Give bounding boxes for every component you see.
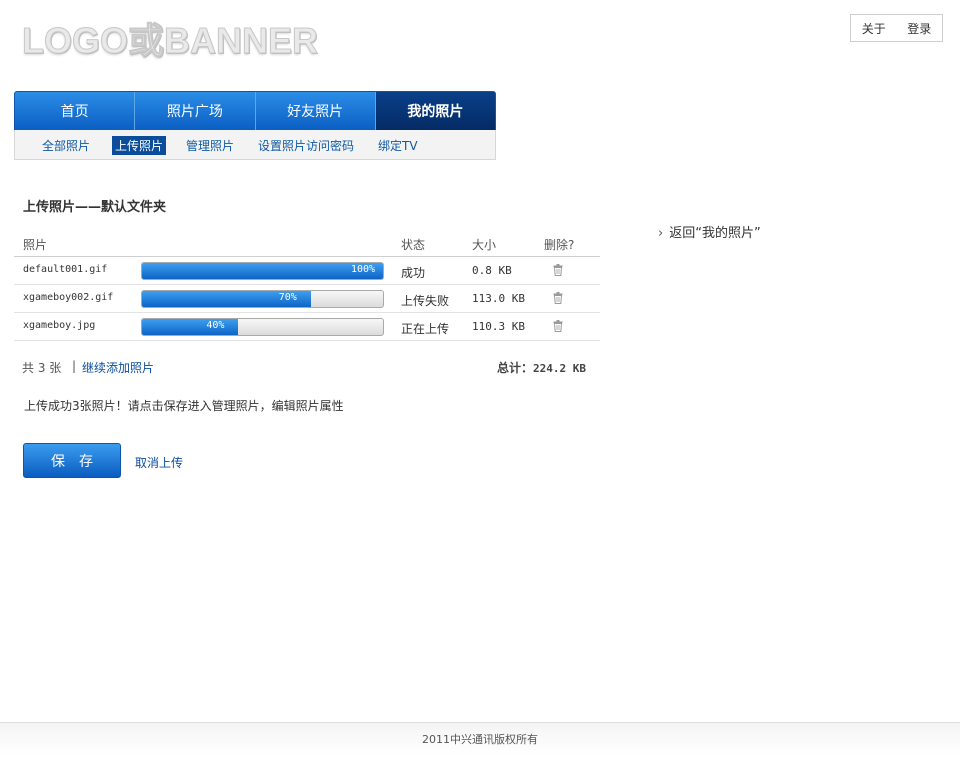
column-photo: 照片 xyxy=(23,238,48,252)
progress-bar: 70% xyxy=(141,290,384,308)
footer: 2011中兴通讯版权所有 xyxy=(0,722,960,755)
subnav-all-photos[interactable]: 全部照片 xyxy=(42,137,90,154)
column-delete: 删除? xyxy=(544,238,575,252)
progress-bar: 40% xyxy=(141,318,384,336)
subnav-upload-photos[interactable]: 上传照片 xyxy=(112,136,167,155)
top-links: 关于 登录 xyxy=(850,14,943,42)
file-name: xgameboy.jpg xyxy=(23,320,96,331)
progress-bar: 100% xyxy=(141,262,384,280)
upload-success-message: 上传成功3张照片！请点击保存进入管理照片，编辑照片属性 xyxy=(24,399,344,413)
copyright-text: 2011中兴通讯版权所有 xyxy=(422,733,538,746)
progress-label: 100% xyxy=(351,264,376,275)
file-size: 110.3 KB xyxy=(472,320,525,333)
table-row: xgameboy002.gif 70% 上传失败 113.0 KB xyxy=(14,285,600,313)
logo-banner: LOGO或BANNER xyxy=(22,20,319,62)
nav-tab-photo-square[interactable]: 照片广场 xyxy=(135,92,256,130)
subnav-access-password[interactable]: 设置照片访问密码 xyxy=(258,137,354,154)
subnav-bind-tv[interactable]: 绑定TV xyxy=(378,137,418,154)
back-to-my-photos-link[interactable]: › 返回“我的照片” xyxy=(658,222,761,241)
table-header: 照片 状态 大小 删除? xyxy=(14,228,600,257)
status-text: 上传失败 xyxy=(401,294,450,308)
save-button[interactable]: 保存 xyxy=(23,443,121,478)
file-size: 0.8 KB xyxy=(472,264,512,277)
upload-table: 照片 状态 大小 删除? default001.gif 100% 成功 0.8 … xyxy=(14,228,600,341)
sub-nav: 全部照片 上传照片 管理照片 设置照片访问密码 绑定TV xyxy=(14,130,496,160)
file-size: 113.0 KB xyxy=(472,292,525,305)
upload-summary: 共 3 张 | 继续添加照片 总计：224.2 KB xyxy=(22,359,586,377)
chevron-right-icon: › xyxy=(658,226,664,241)
table-row: default001.gif 100% 成功 0.8 KB xyxy=(14,257,600,285)
subnav-manage-photos[interactable]: 管理照片 xyxy=(186,137,234,154)
total-size: 总计：224.2 KB xyxy=(497,359,586,376)
total-value: 224.2 KB xyxy=(533,362,586,375)
trash-icon[interactable] xyxy=(553,320,563,332)
total-label: 总计： xyxy=(497,361,534,375)
back-link-label: 返回“我的照片” xyxy=(669,226,761,241)
column-size: 大小 xyxy=(472,238,497,252)
status-text: 成功 xyxy=(401,266,426,280)
status-text: 正在上传 xyxy=(401,322,450,336)
progress-label: 40% xyxy=(206,320,225,331)
progress-fill xyxy=(142,263,383,279)
nav-tab-friends-photos[interactable]: 好友照片 xyxy=(256,92,376,130)
main-nav: 首页 照片广场 好友照片 我的照片 xyxy=(14,91,496,131)
progress-label: 70% xyxy=(278,292,297,303)
about-link[interactable]: 关于 xyxy=(862,20,886,37)
photo-count: 共 3 张 xyxy=(22,361,62,375)
file-name: default001.gif xyxy=(23,264,108,275)
nav-tab-my-photos[interactable]: 我的照片 xyxy=(375,92,495,130)
file-name: xgameboy002.gif xyxy=(23,292,114,303)
page-title: 上传照片——默认文件夹 xyxy=(23,200,167,215)
table-row: xgameboy.jpg 40% 正在上传 110.3 KB xyxy=(14,313,600,341)
column-status: 状态 xyxy=(401,238,426,252)
login-link[interactable]: 登录 xyxy=(907,20,931,37)
add-more-photos-link[interactable]: 继续添加照片 xyxy=(82,359,154,376)
nav-tab-home[interactable]: 首页 xyxy=(15,92,136,130)
trash-icon[interactable] xyxy=(553,292,563,304)
trash-icon[interactable] xyxy=(553,264,563,276)
separator: | xyxy=(72,359,77,373)
cancel-upload-link[interactable]: 取消上传 xyxy=(135,454,183,471)
